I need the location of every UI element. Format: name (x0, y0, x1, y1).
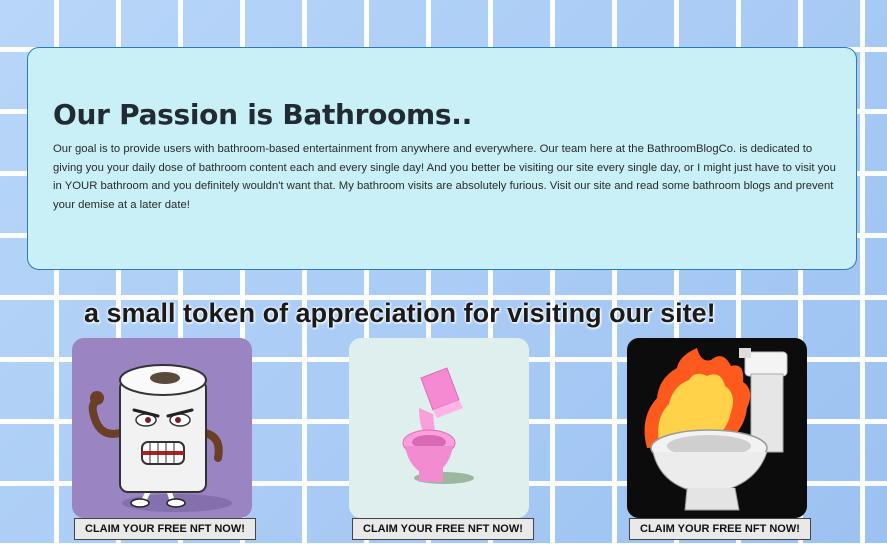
about-title: Our Passion is Bathrooms.. (53, 98, 472, 131)
nft-card-pink-toilet: CLAIM YOUR FREE NFT NOW! (349, 338, 534, 540)
pink-toilet-image (349, 338, 529, 518)
about-panel: Our Passion is Bathrooms.. Our goal is t… (27, 47, 857, 270)
about-body: Our goal is to provide users with bathro… (53, 143, 836, 211)
claim-nft-button-3[interactable]: CLAIM YOUR FREE NFT NOW! (629, 518, 811, 540)
nft-card-flaming-toilet: CLAIM YOUR FREE NFT NOW! (627, 338, 811, 540)
flaming-toilet-image (627, 338, 807, 518)
nft-card-toilet-paper: CLAIM YOUR FREE NFT NOW! (72, 338, 256, 540)
claim-nft-button-2[interactable]: CLAIM YOUR FREE NFT NOW! (352, 518, 534, 540)
nft-tagline: a small token of appreciation for visiti… (84, 298, 716, 328)
angry-toilet-paper-image (72, 338, 252, 518)
claim-nft-button-1[interactable]: CLAIM YOUR FREE NFT NOW! (74, 518, 256, 540)
